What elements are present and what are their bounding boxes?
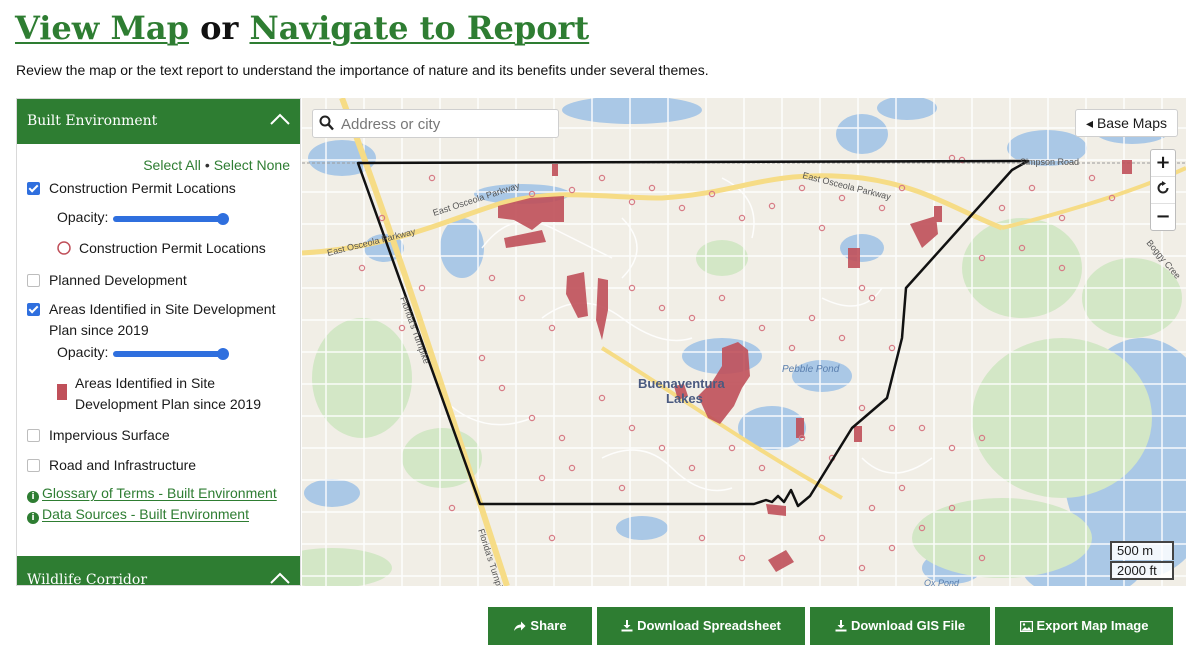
checkbox-impervious-surface[interactable] <box>27 429 40 442</box>
layer-label-site-development-2: Plan since 2019 <box>49 322 149 338</box>
glossary-link-text: Glossary of Terms - Built Environment <box>42 485 277 501</box>
map-canvas[interactable]: East Osceola Parkway East Osceola Parkwa… <box>302 98 1186 586</box>
layer-panel: Built Environment Select All • Select None… <box>16 98 301 586</box>
checkbox-road-infrastructure[interactable] <box>27 459 40 472</box>
download-spreadsheet-label: Download Spreadsheet <box>637 618 781 633</box>
data-sources-link[interactable]: i Data Sources - Built Environment <box>27 506 249 524</box>
checkbox-construction-permit[interactable] <box>27 182 40 195</box>
water-label-ox: Ox Pond <box>924 578 960 586</box>
map-workspace: Built Environment Select All • Select None… <box>16 98 1186 586</box>
share-label: Share <box>530 618 567 633</box>
base-maps-button[interactable]: ◂ Base Maps <box>1075 109 1178 137</box>
navigate-report-link[interactable]: Navigate to Report <box>249 9 589 47</box>
chevron-up-icon[interactable] <box>270 113 290 125</box>
opacity-slider-construction[interactable] <box>113 213 229 225</box>
section-header-wildlife-corridor[interactable]: Wildlife Corridor <box>17 556 300 586</box>
legend-construction-permit: Construction Permit Locations <box>79 240 266 256</box>
map-graphic: East Osceola Parkway East Osceola Parkwa… <box>302 98 1186 586</box>
layer-label-construction-permit: Construction Permit Locations <box>49 180 236 196</box>
water-label-pebble: Pebble Pond <box>782 364 840 375</box>
opacity-slider-site-development[interactable] <box>113 348 229 360</box>
data-sources-link-text: Data Sources - Built Environment <box>42 506 249 522</box>
glossary-link[interactable]: i Glossary of Terms - Built Environment <box>27 485 277 503</box>
search-icon <box>319 115 334 131</box>
place-label-town-1: Buenaventura <box>638 376 725 391</box>
layer-label-site-development: Areas Identified in Site Development <box>49 301 276 317</box>
download-gis-label: Download GIS File <box>850 618 966 633</box>
download-icon <box>621 620 633 632</box>
section-title: Built Environment <box>27 113 158 129</box>
export-map-image-label: Export Map Image <box>1036 618 1149 633</box>
export-map-image-button[interactable]: Export Map Image <box>995 607 1173 645</box>
chevron-up-icon[interactable] <box>270 572 290 584</box>
search-placeholder: Address or city <box>341 116 441 133</box>
select-all-link[interactable]: Select All <box>143 157 201 173</box>
info-icon: i <box>27 512 39 524</box>
download-icon <box>835 620 847 632</box>
opacity-label-2: Opacity: <box>57 344 109 360</box>
road-label-simpson: Simpson Road <box>1020 157 1079 167</box>
heading-or: or <box>200 9 239 47</box>
share-icon <box>514 621 526 631</box>
legend-site-development: Areas Identified in Site <box>75 375 216 391</box>
zoom-out-button[interactable]: − <box>1151 204 1175 230</box>
select-separator: • <box>204 157 210 173</box>
polygon-legend-icon <box>57 384 67 400</box>
zoom-controls: + − <box>1150 149 1176 231</box>
section-header-built-environment[interactable]: Built Environment <box>17 99 300 144</box>
share-button[interactable]: Share <box>488 607 592 645</box>
address-search-input[interactable]: Address or city <box>312 109 559 138</box>
download-spreadsheet-button[interactable]: Download Spreadsheet <box>597 607 805 645</box>
view-map-link[interactable]: View Map <box>15 9 189 47</box>
section-title-wildlife: Wildlife Corridor <box>27 572 148 586</box>
zoom-in-button[interactable]: + <box>1151 150 1175 177</box>
refresh-icon <box>1157 181 1169 194</box>
download-gis-button[interactable]: Download GIS File <box>810 607 990 645</box>
layer-label-road-infrastructure: Road and Infrastructure <box>49 457 197 473</box>
point-legend-icon <box>57 241 71 255</box>
info-icon: i <box>27 491 39 503</box>
select-controls: Select All • Select None <box>143 157 290 173</box>
scale-bar-imperial: 2000 ft <box>1110 561 1174 580</box>
legend-site-development-2: Development Plan since 2019 <box>75 396 262 412</box>
select-none-link[interactable]: Select None <box>214 157 290 173</box>
checkbox-planned-development[interactable] <box>27 274 40 287</box>
intro-text: Review the map or the text report to und… <box>16 62 709 78</box>
opacity-label: Opacity: <box>57 209 109 225</box>
image-icon <box>1019 620 1033 633</box>
layer-label-planned-development: Planned Development <box>49 272 187 288</box>
checkbox-site-development[interactable] <box>27 303 40 316</box>
layer-label-impervious-surface: Impervious Surface <box>49 427 170 443</box>
place-label-town-2: Lakes <box>666 391 703 406</box>
scale-bar-metric: 500 m <box>1110 541 1174 560</box>
reset-view-button[interactable] <box>1151 177 1175 204</box>
page-heading: View Map or Navigate to Report <box>15 8 589 48</box>
